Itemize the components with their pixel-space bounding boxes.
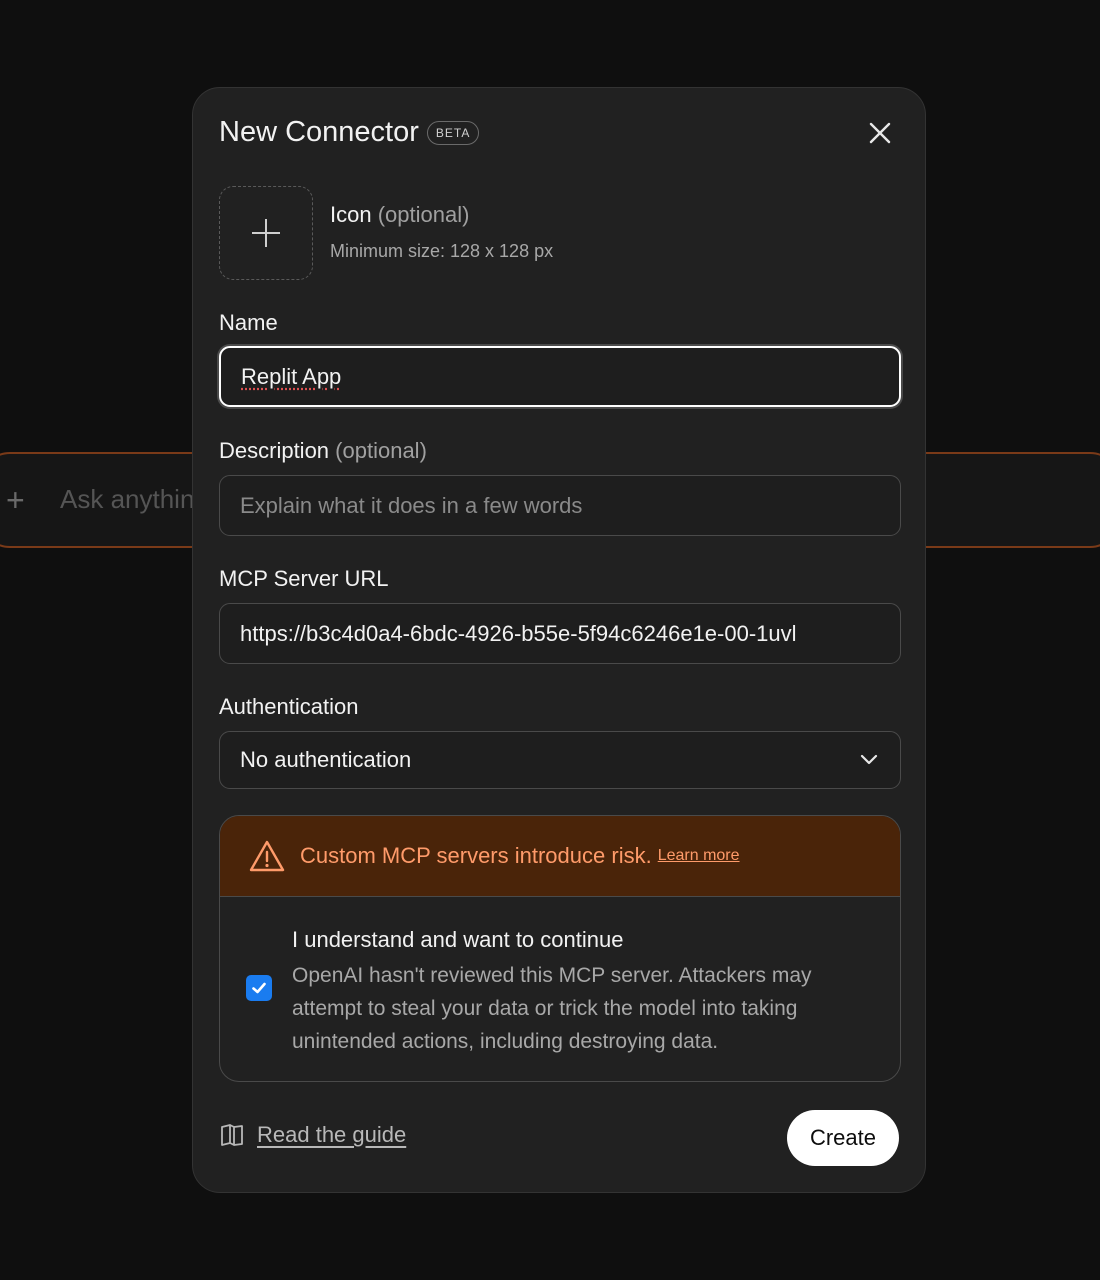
authentication-select[interactable]: No authentication	[219, 731, 901, 789]
plus-icon	[249, 216, 283, 250]
warning-triangle-icon	[248, 839, 286, 873]
mcp-server-url-input[interactable]: https://b3c4d0a4-6bdc-4926-b55e-5f94c624…	[219, 603, 901, 664]
name-label: Name	[219, 310, 278, 336]
read-guide-text: Read the guide	[257, 1122, 406, 1148]
beta-badge: BETA	[427, 121, 479, 145]
icon-label: Icon	[330, 202, 372, 227]
risk-warning-box: Custom MCP servers introduce risk. Learn…	[219, 815, 901, 1082]
book-icon	[219, 1122, 245, 1148]
learn-more-link[interactable]: Learn more	[658, 847, 740, 865]
description-label: Description (optional)	[219, 438, 427, 464]
name-input-value: Replit App	[241, 364, 341, 390]
dialog-title: New Connector	[219, 116, 419, 149]
risk-warning-header: Custom MCP servers introduce risk. Learn…	[220, 816, 900, 897]
close-icon	[865, 118, 895, 148]
close-button[interactable]	[865, 118, 895, 148]
name-input[interactable]: Replit App	[219, 346, 901, 407]
icon-label-row: Icon (optional)	[330, 202, 469, 228]
mcp-server-url-value: https://b3c4d0a4-6bdc-4926-b55e-5f94c624…	[240, 621, 797, 647]
background-composer-placeholder: Ask anythin	[60, 484, 194, 515]
create-button[interactable]: Create	[787, 1110, 899, 1166]
description-label-text: Description	[219, 438, 329, 463]
read-guide-link[interactable]: Read the guide	[219, 1122, 406, 1148]
authentication-label: Authentication	[219, 694, 358, 720]
acknowledge-checkbox[interactable]	[246, 975, 272, 1001]
acknowledge-section: I understand and want to continue OpenAI…	[220, 897, 900, 1082]
authentication-selected-value: No authentication	[240, 747, 411, 773]
acknowledge-title: I understand and want to continue	[292, 927, 623, 953]
icon-optional-label: (optional)	[378, 202, 470, 227]
background-plus-icon: +	[6, 482, 32, 518]
mcp-server-url-label: MCP Server URL	[219, 566, 389, 592]
description-input[interactable]: Explain what it does in a few words	[219, 475, 901, 536]
description-placeholder: Explain what it does in a few words	[240, 493, 582, 519]
icon-size-hint: Minimum size: 128 x 128 px	[330, 241, 553, 262]
chevron-down-icon	[858, 749, 880, 771]
dialog-header: New Connector BETA	[219, 116, 479, 149]
checkmark-icon	[250, 979, 268, 997]
risk-warning-text: Custom MCP servers introduce risk.	[300, 843, 652, 869]
new-connector-dialog: New Connector BETA Icon (optional) Minim…	[192, 87, 926, 1193]
description-optional-label: (optional)	[335, 438, 427, 463]
acknowledge-description: OpenAI hasn't reviewed this MCP server. …	[292, 959, 882, 1058]
icon-upload-button[interactable]	[219, 186, 313, 280]
